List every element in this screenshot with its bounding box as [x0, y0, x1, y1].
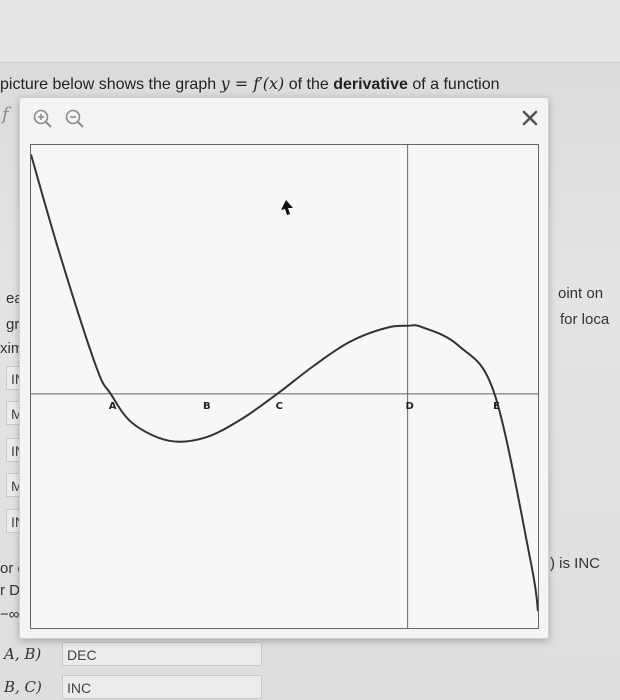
- heading-bold: derivative: [333, 76, 408, 93]
- mouse-cursor-icon: [281, 200, 293, 215]
- interval-answer[interactable]: DEC: [62, 642, 262, 666]
- graph-modal: A B C D E: [19, 97, 549, 639]
- function-letter: f: [2, 104, 9, 125]
- close-icon[interactable]: [516, 104, 544, 132]
- answer-select[interactable]: IN: [6, 366, 25, 390]
- point-label-c: C: [276, 401, 283, 412]
- point-label-b: B: [203, 401, 211, 412]
- zoom-out-icon[interactable]: [64, 108, 86, 130]
- answer-select[interactable]: IN: [6, 438, 25, 462]
- top-bar: [0, 0, 620, 63]
- heading-text-suffix: of a function: [407, 76, 500, 93]
- derivative-curve: [31, 154, 538, 612]
- interval-answer[interactable]: INC: [62, 675, 262, 699]
- interval-label: A, B): [4, 645, 42, 663]
- graph-plot: A B C D E: [30, 144, 539, 629]
- point-label-a: A: [109, 401, 117, 412]
- heading-math: y = f′(x): [220, 74, 285, 93]
- bg-fragment: for loca: [560, 311, 610, 328]
- bg-fragment: ) is INC: [550, 555, 600, 572]
- question-heading: picture below shows the graph y = f′(x) …: [0, 74, 500, 94]
- point-label-e: E: [493, 401, 500, 412]
- heading-text: picture below shows the graph: [0, 76, 221, 93]
- answer-select[interactable]: IN: [6, 509, 25, 533]
- point-label-d: D: [405, 401, 413, 412]
- zoom-in-icon[interactable]: [32, 108, 54, 130]
- answer-select[interactable]: M: [6, 473, 23, 497]
- heading-text-mid: of the: [284, 76, 334, 93]
- interval-label: B, C): [4, 678, 42, 696]
- answer-select[interactable]: M: [6, 401, 23, 425]
- bg-fragment: oint on: [558, 285, 604, 302]
- derivative-graph: A B C D E: [31, 145, 538, 628]
